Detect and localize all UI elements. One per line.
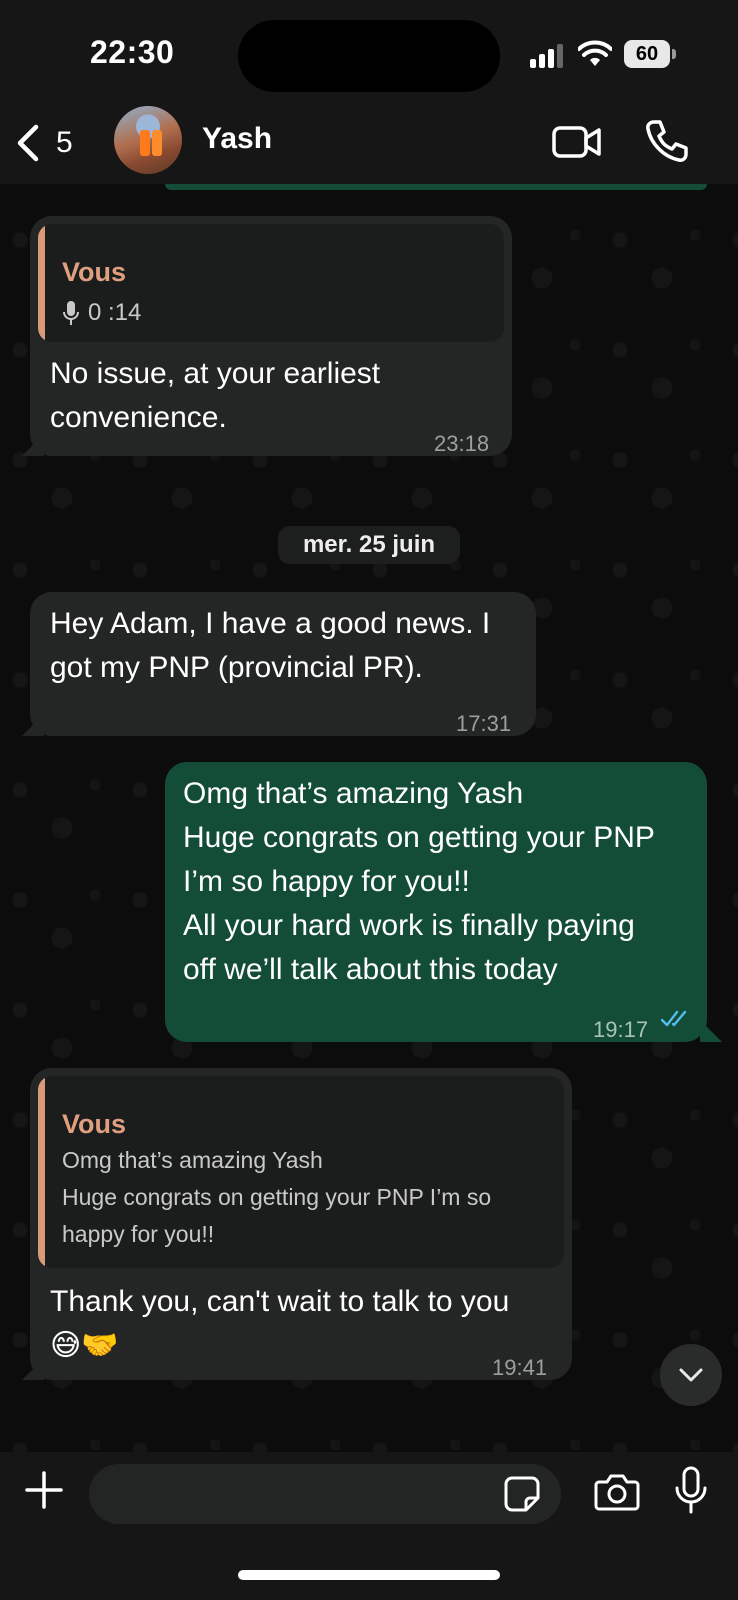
status-bar: 22:30 60: [0, 0, 738, 104]
battery-icon: 60: [624, 40, 676, 68]
previous-outgoing-bubble: [165, 184, 707, 190]
back-button[interactable]: 5: [14, 120, 84, 166]
message-text: Omg that’s amazing Yash Huge congrats on…: [183, 777, 655, 986]
message-bubble-incoming[interactable]: Vous 0 :14 No issue, at your earliest co…: [30, 216, 512, 456]
date-separator: mer. 25 juin: [278, 526, 460, 564]
status-time: 22:30: [90, 34, 175, 70]
avatar[interactable]: [114, 106, 182, 174]
video-call-icon[interactable]: [552, 122, 602, 162]
quote-author: Vous: [62, 257, 127, 287]
message-text: Hey Adam, I have a good news. I got my P…: [50, 607, 491, 684]
microphone-icon: [63, 301, 79, 325]
message-time: 19:41: [492, 1355, 548, 1380]
message-time: 23:18: [434, 431, 490, 456]
quote-text: Omg that’s amazing Yash Huge congrats on…: [62, 1147, 492, 1247]
message-composer: [0, 1452, 738, 1600]
home-indicator: [238, 1570, 500, 1580]
quoted-message[interactable]: Vous Omg that’s amazing Yash Huge congra…: [38, 1076, 564, 1268]
double-check-icon: [661, 1010, 687, 1027]
quoted-message[interactable]: Vous 0 :14: [38, 224, 504, 342]
chat-header: 5 Yash: [0, 104, 738, 184]
phone-call-icon[interactable]: [644, 118, 690, 164]
quote-author: Vous: [62, 1109, 127, 1139]
contact-name[interactable]: Yash: [202, 122, 272, 156]
unread-count: 5: [56, 126, 73, 159]
message-time: 19:17: [593, 1017, 649, 1042]
plus-icon[interactable]: [24, 1470, 64, 1510]
message-text: Thank you, can't wait to talk to you 😅🤝: [50, 1285, 510, 1362]
mic-icon[interactable]: [674, 1466, 708, 1514]
signal-icon: [530, 44, 564, 68]
scroll-to-bottom-button[interactable]: [660, 1344, 722, 1406]
wifi-icon: [578, 40, 612, 66]
chevron-down-icon: [679, 1368, 703, 1382]
message-bubble-outgoing[interactable]: Omg that’s amazing Yash Huge congrats on…: [165, 762, 707, 1042]
message-bubble-incoming[interactable]: Hey Adam, I have a good news. I got my P…: [30, 592, 536, 736]
back-chevron-icon: [17, 124, 39, 162]
camera-icon[interactable]: [594, 1472, 640, 1512]
message-text: No issue, at your earliest convenience.: [50, 357, 381, 434]
sticker-icon[interactable]: [504, 1476, 540, 1512]
message-bubble-incoming[interactable]: Vous Omg that’s amazing Yash Huge congra…: [30, 1068, 572, 1380]
message-time: 17:31: [456, 711, 512, 736]
battery-level: 60: [624, 40, 670, 68]
dynamic-island: [238, 20, 500, 92]
voice-duration: 0 :14: [88, 299, 142, 326]
message-input[interactable]: [89, 1464, 561, 1524]
